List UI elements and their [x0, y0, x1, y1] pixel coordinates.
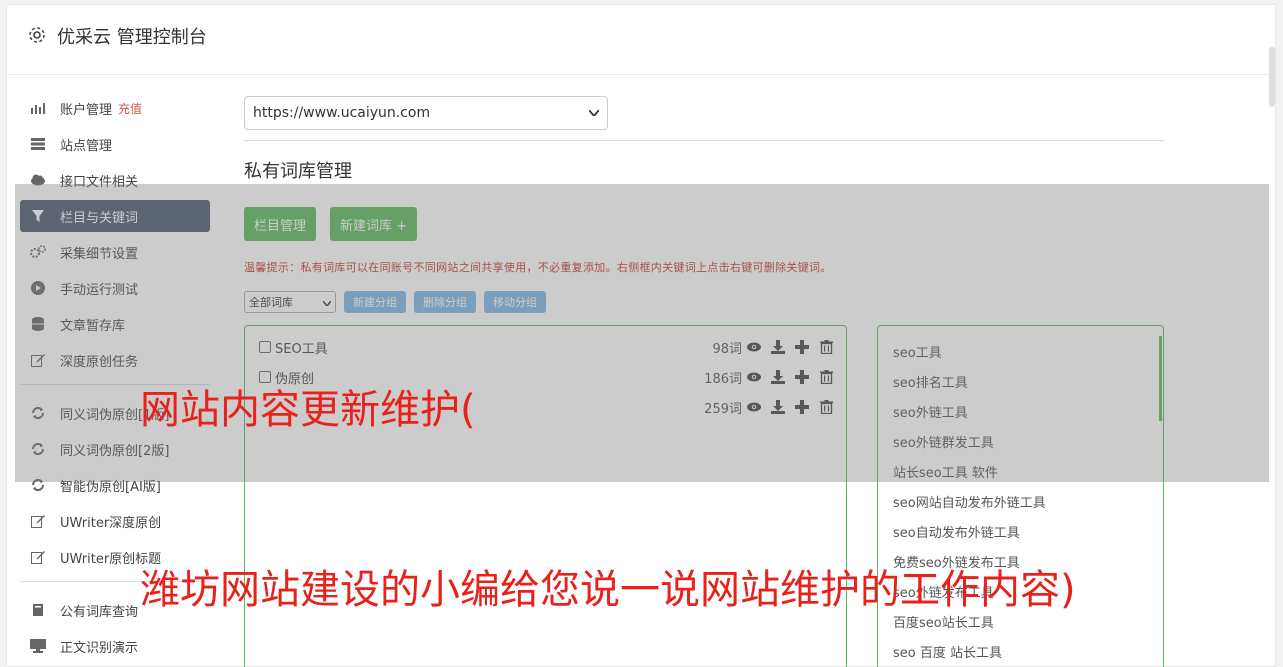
sidebar-item-label: 正文识别演示 [60, 640, 139, 656]
gear-icon[interactable] [27, 25, 47, 45]
sidebar-item-label: UWriter原创标题 [60, 551, 162, 567]
watermark-caption-bottom: 潍坊网站建设的小编给您说一说网站维护的工作内容) [140, 567, 1076, 613]
edit-icon [30, 513, 46, 529]
page-title: 私有词库管理 [244, 161, 352, 182]
keyword-item[interactable]: 百度seo站长工具 [893, 612, 994, 631]
watermark-caption-top: 网站内容更新维护( [140, 387, 476, 433]
keyword-item[interactable]: seo网站自动发布外链工具 [893, 492, 1046, 511]
sidebar-item-text-recognition[interactable]: 正文识别演示 [20, 630, 210, 662]
keyword-item[interactable]: seo 百度 站长工具 [893, 642, 1002, 661]
app-title: 优采云 管理控制台 [57, 27, 207, 48]
site-select-value: https://www.ucaiyun.com [253, 105, 431, 121]
gray-overlay [15, 184, 1269, 482]
sidebar-item-label: 站点管理 [60, 138, 113, 154]
page-scrollbar[interactable] [1269, 47, 1275, 107]
bar-chart-icon [30, 100, 46, 116]
chevron-down-icon [588, 108, 600, 119]
edit-icon [30, 549, 46, 565]
keyword-item[interactable]: seo自动发布外链工具 [893, 522, 1020, 541]
sidebar-item-label: 公有词库查询 [60, 604, 139, 620]
site-select[interactable]: https://www.ucaiyun.com [244, 96, 608, 130]
server-icon [30, 136, 46, 152]
sidebar-item-account[interactable]: 账户管理 充值 [20, 92, 210, 124]
recharge-link[interactable]: 充值 [118, 100, 142, 117]
sidebar-item-label: 账户管理 [60, 102, 113, 118]
sidebar-item-label: UWriter深度原创 [60, 515, 162, 531]
book-icon [30, 602, 46, 618]
sidebar-item-sites[interactable]: 站点管理 [20, 128, 210, 160]
sidebar-item-uwriter-deep[interactable]: UWriter深度原创 [20, 505, 210, 537]
monitor-icon [30, 638, 46, 654]
top-header: 优采云 管理控制台 [7, 5, 1275, 75]
divider [244, 140, 1164, 141]
